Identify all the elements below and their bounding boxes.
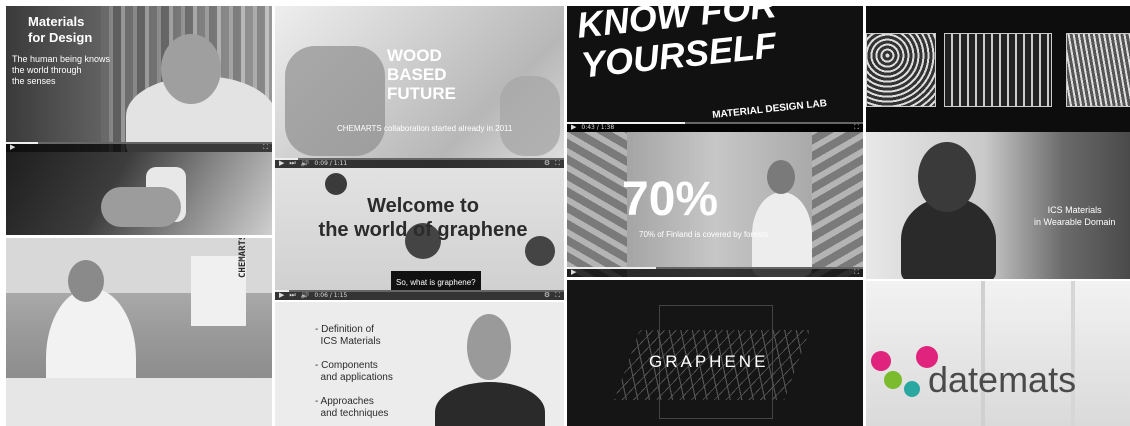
chemarts-sign: CHEMARTS	[238, 238, 248, 278]
outline-item-3: - Approaches and techniques	[315, 396, 389, 419]
presenter-figure	[435, 382, 545, 426]
micrograph-3	[1066, 33, 1130, 107]
wood-logs-right	[812, 132, 863, 277]
video-tile-datemats[interactable]: datemats	[866, 281, 1130, 426]
logo-dot-magenta	[871, 351, 891, 371]
time-readout: 0:06 / 1:15	[314, 291, 348, 299]
time-readout: 0:09 / 1:11	[314, 159, 348, 167]
outline-item-2: - Components and applications	[315, 360, 393, 383]
video-tile-chemarts-lab[interactable]: CHEMARTS	[6, 238, 272, 426]
wood-sample-right	[500, 76, 560, 156]
tile-title: 70%	[622, 173, 719, 226]
tile-title: GRAPHENE	[649, 352, 769, 371]
micrograph-2	[944, 33, 1052, 107]
presenter-head	[467, 314, 511, 380]
tile-title: KNOW FOR YOURSELF	[574, 6, 779, 86]
subtitle-box: So, what is graphene?	[391, 271, 481, 291]
video-tile-hands-jar[interactable]	[6, 152, 272, 235]
speaker-head	[161, 34, 221, 104]
tile-title: ICS Materials in Wearable Domain	[1034, 205, 1116, 227]
tile-subtitle: So, what is graphene?	[396, 278, 476, 287]
speaker-head	[767, 160, 795, 194]
tile-caption: 70% of Finland is covered by forests	[639, 230, 768, 239]
video-controls[interactable]: ▶ 0:43 / 1:38 ⛶	[567, 122, 863, 132]
tile-title: Materials for Design	[28, 14, 93, 45]
video-tile-seventy-percent[interactable]: 70% 70% of Finland is covered by forests…	[567, 132, 863, 277]
video-tile-ics-wearable[interactable]: ICS Materials in Wearable Domain	[866, 132, 1130, 279]
tile-subtitle: The human being knows the world through …	[12, 54, 111, 86]
tile-caption: CHEMARTS collaboration started already i…	[337, 124, 513, 133]
wood-logs-left	[567, 132, 627, 277]
lab-bench	[6, 378, 272, 426]
time-readout: 0:43 / 1:38	[581, 123, 615, 131]
speaker-head	[918, 142, 976, 212]
tile-title: WOOD BASED FUTURE	[387, 46, 456, 103]
logo-dot-green	[884, 371, 902, 389]
video-tile-graphene-intro[interactable]: Welcome to the world of graphene So, wha…	[275, 168, 564, 300]
video-tile-know-for-yourself[interactable]: KNOW FOR YOURSELF MATERIAL DESIGN LAB ▶ …	[567, 6, 863, 132]
micrograph-1	[866, 33, 936, 107]
video-tile-micrographs[interactable]	[866, 6, 1130, 132]
lab-glassware	[961, 281, 1111, 426]
video-tile-materials-for-design[interactable]: Materials for Design The human being kno…	[6, 6, 272, 152]
video-tile-ics-outline[interactable]: - Definition of ICS Materials - Componen…	[275, 302, 564, 426]
video-tile-wood-based-future[interactable]: WOOD BASED FUTURE CHEMARTS collaboration…	[275, 6, 564, 168]
video-controls[interactable]: ▶ ⏭ 🔊 0:09 / 1:11 ⚙ ⛶	[275, 158, 564, 168]
video-controls[interactable]: ▶ ⛶	[567, 267, 863, 277]
logo-dot-teal	[904, 381, 920, 397]
hand-shape	[101, 187, 181, 227]
video-controls[interactable]: ▶ ⛶	[6, 142, 272, 152]
grape-cluster-left	[325, 173, 347, 195]
logo-text: datemats	[928, 359, 1077, 400]
tile-title: Welcome to the world of graphene	[318, 195, 528, 241]
video-controls[interactable]: ▶ ⏭ 🔊 0:06 / 1:15 ⚙ ⛶	[275, 290, 564, 300]
wood-fibers	[285, 46, 385, 156]
video-tile-graphene-logo[interactable]: GRAPHENE	[567, 280, 863, 426]
researcher-head	[68, 260, 104, 302]
tile-subtitle: MATERIAL DESIGN LAB	[711, 98, 828, 121]
outline-item-1: - Definition of ICS Materials	[315, 324, 381, 347]
